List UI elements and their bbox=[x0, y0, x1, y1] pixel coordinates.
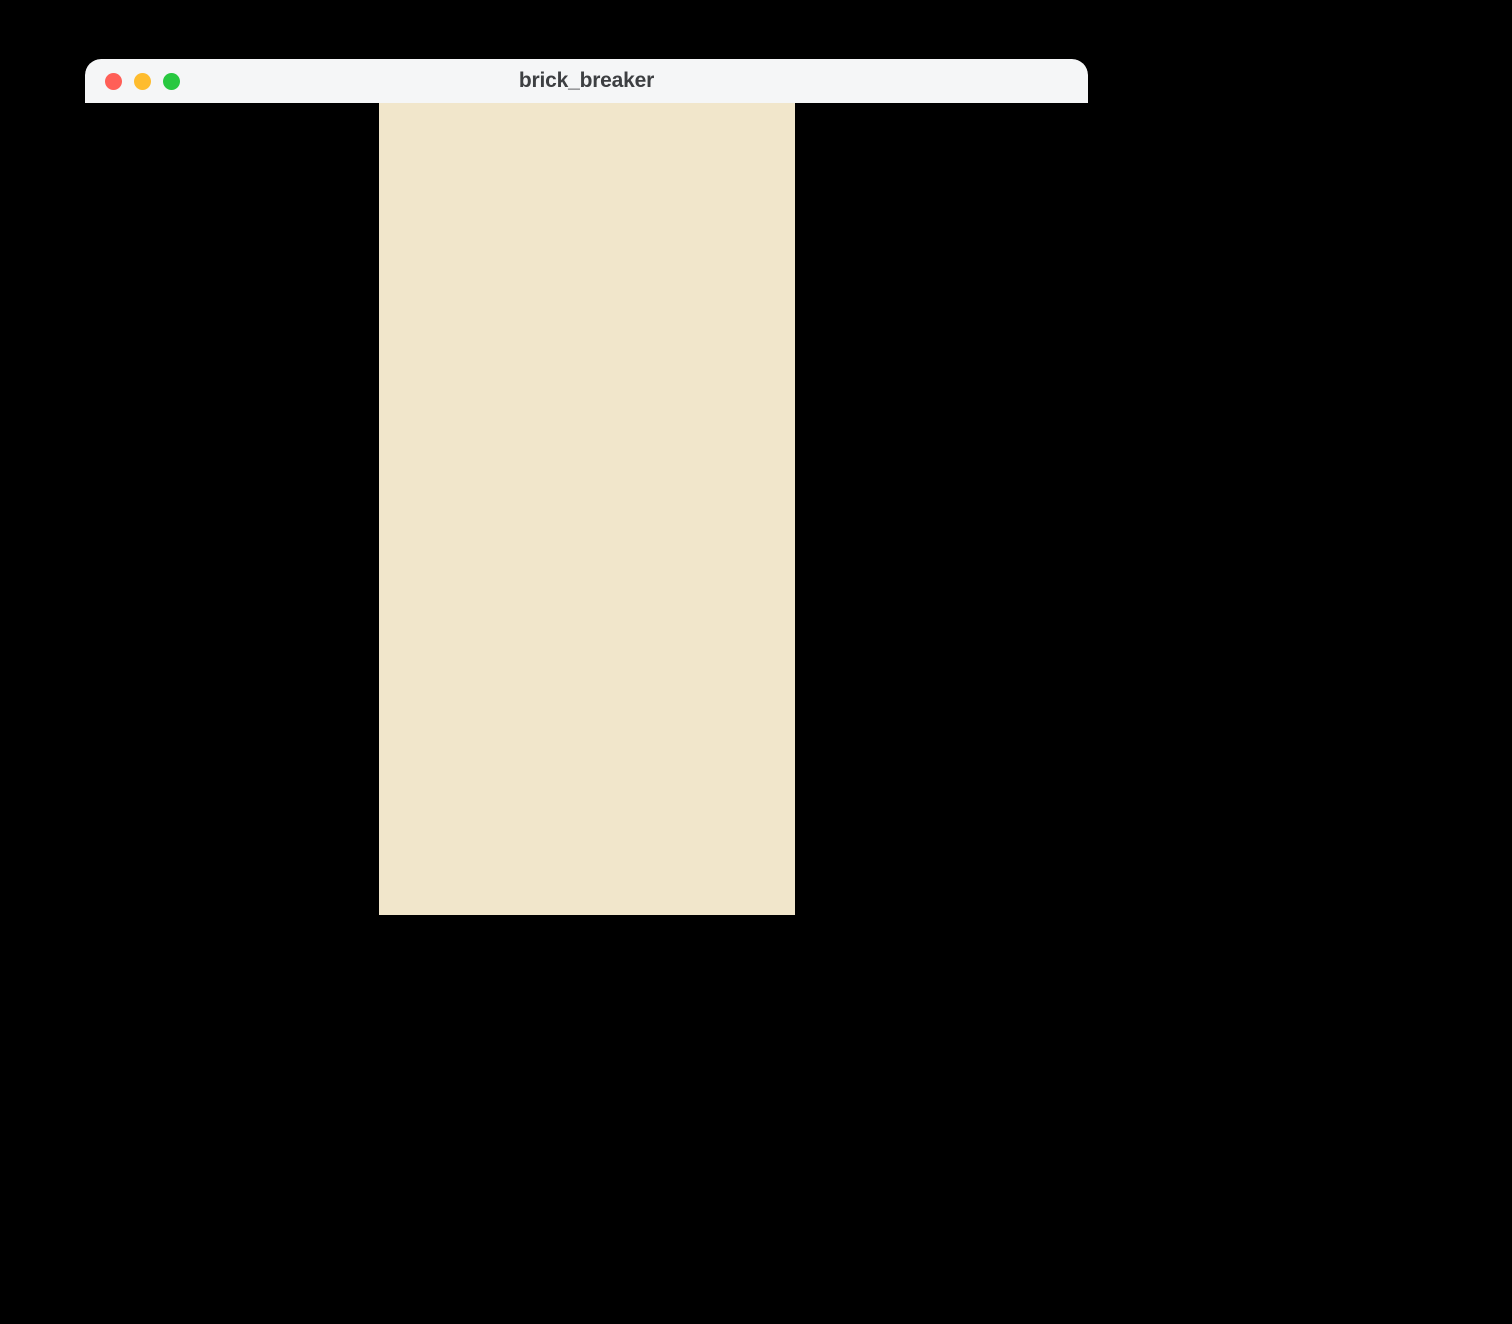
app-window: brick_breaker bbox=[85, 59, 1088, 915]
window-title: brick_breaker bbox=[85, 69, 1088, 93]
window-content bbox=[85, 103, 1088, 915]
traffic-lights-group bbox=[85, 73, 180, 90]
zoom-icon[interactable] bbox=[163, 73, 180, 90]
game-canvas[interactable] bbox=[379, 103, 795, 915]
window-titlebar[interactable]: brick_breaker bbox=[85, 59, 1088, 103]
close-icon[interactable] bbox=[105, 73, 122, 90]
desktop-background: brick_breaker bbox=[0, 0, 1512, 1324]
minimize-icon[interactable] bbox=[134, 73, 151, 90]
